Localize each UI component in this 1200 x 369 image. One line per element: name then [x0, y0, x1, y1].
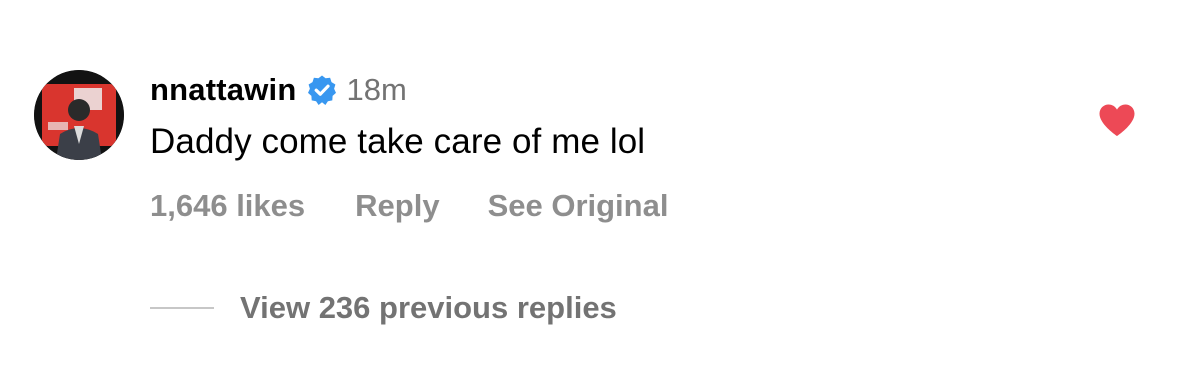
see-original-button[interactable]: See Original: [488, 188, 669, 224]
heart-filled-icon[interactable]: [1098, 103, 1136, 137]
verified-badge-icon: [306, 74, 338, 106]
avatar-image: [34, 70, 124, 160]
view-replies-button[interactable]: View 236 previous replies: [150, 290, 617, 326]
comment-header: nnattawin 18m: [150, 68, 407, 112]
comment-timestamp: 18m: [346, 72, 407, 107]
comment-actions: 1,646 likes Reply See Original: [150, 188, 668, 224]
replies-divider: [150, 307, 214, 309]
comment-item: nnattawin 18m Daddy come take care of me…: [0, 0, 1200, 369]
avatar[interactable]: [34, 70, 124, 160]
comment-text: Daddy come take care of me lol: [150, 122, 646, 161]
likes-count-link[interactable]: 1,646 likes: [150, 188, 305, 224]
view-replies-label: View 236 previous replies: [240, 290, 617, 325]
reply-button[interactable]: Reply: [355, 188, 439, 224]
username-link[interactable]: nnattawin: [150, 72, 296, 108]
